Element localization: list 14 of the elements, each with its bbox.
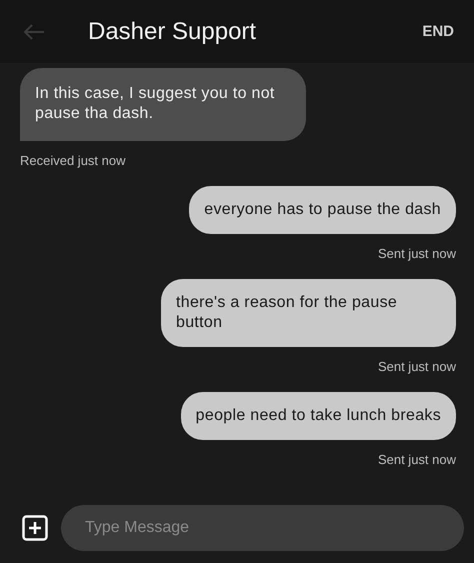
message-input[interactable]: Type Message: [61, 505, 464, 551]
message-status: Sent just now: [378, 359, 456, 374]
back-arrow-icon: [22, 22, 46, 42]
sent-message: people need to take lunch breaks: [180, 392, 456, 440]
message-status: Sent just now: [378, 246, 456, 261]
received-message: In this case, I suggest you to not pause tha dash.: [20, 68, 306, 141]
add-button[interactable]: [22, 515, 48, 541]
message-status: Sent just now: [378, 452, 456, 467]
end-button[interactable]: END: [418, 19, 458, 44]
chat-title: Dasher Support: [88, 18, 258, 46]
plus-icon: [22, 515, 48, 541]
sent-message: there's a reason for the pause button: [161, 279, 456, 347]
message-status: Received just now: [20, 153, 126, 168]
sent-message: everyone has to pause the dash: [189, 186, 456, 234]
